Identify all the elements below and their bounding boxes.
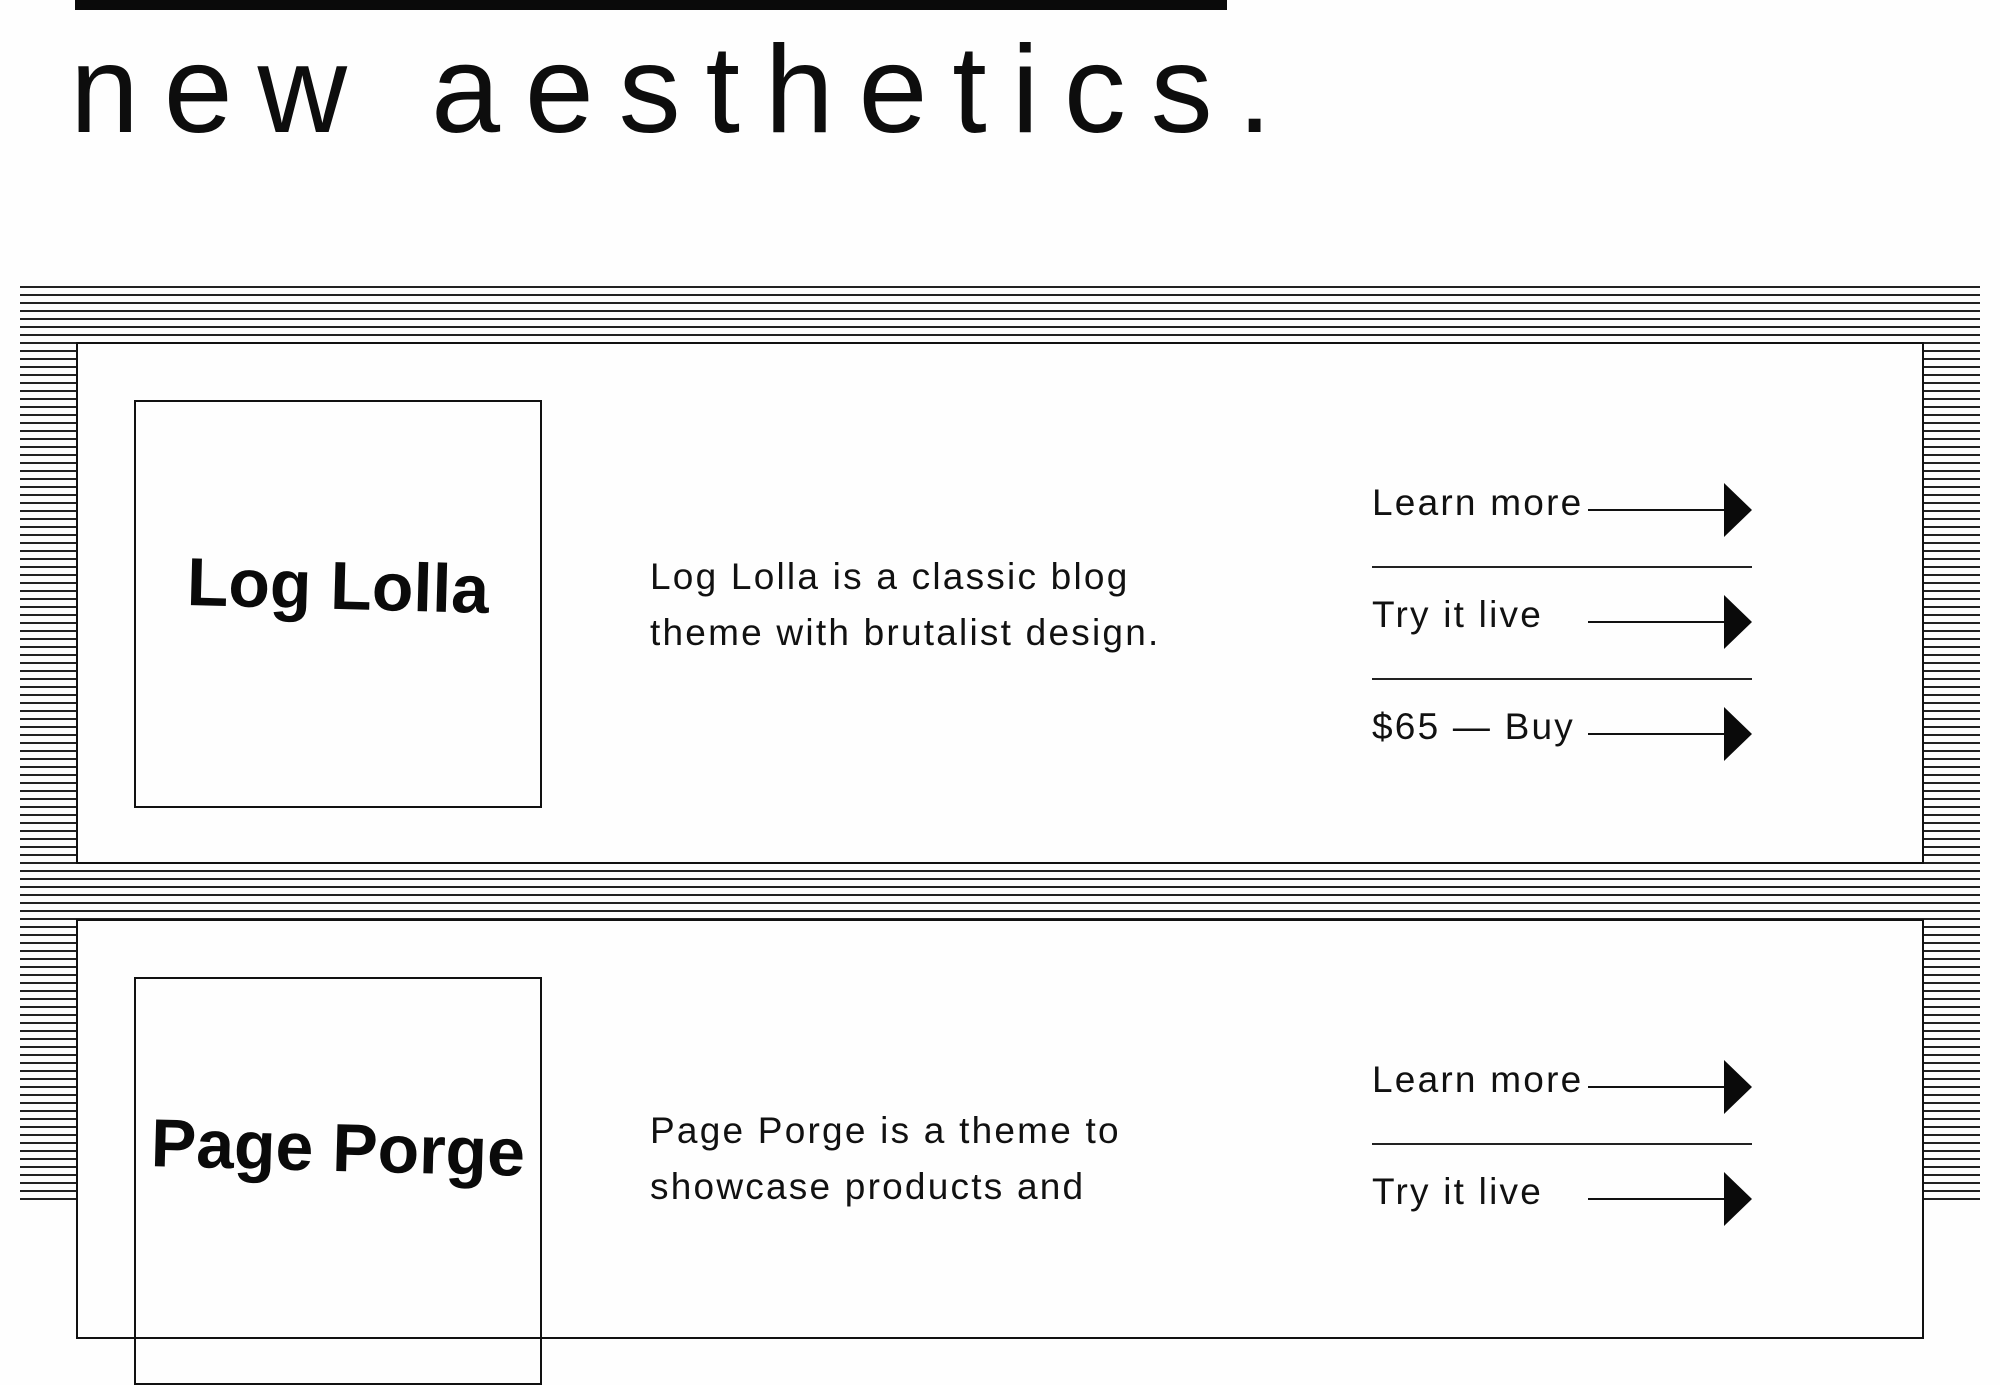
product-description: Log Lolla is a classic blog theme with b…	[650, 556, 1161, 653]
top-rule	[75, 0, 1227, 10]
product-logo-box[interactable]: Page Porge	[134, 977, 542, 1385]
page-headline: new aesthetics.	[70, 21, 1297, 159]
try-it-live-link[interactable]: Try it live	[1372, 1145, 1752, 1257]
product-logo-box[interactable]: Log Lolla	[134, 400, 542, 808]
action-label: Learn more	[1372, 482, 1584, 523]
action-label: Try it live	[1372, 1171, 1544, 1212]
try-it-live-link[interactable]: Try it live	[1372, 568, 1752, 680]
product-card-log-lolla: Log Lolla Log Lolla is a classic blog th…	[76, 342, 1924, 864]
learn-more-link[interactable]: Learn more	[1372, 1033, 1752, 1145]
product-logo-text: Log Lolla	[185, 544, 491, 628]
arrow-right-icon	[1588, 595, 1752, 651]
product-description: Page Porge is a theme to showcase produc…	[650, 1110, 1121, 1207]
product-actions: Learn more Try it live	[1372, 1033, 1752, 1257]
product-logo-text: Page Porge	[149, 1105, 526, 1191]
arrow-right-icon	[1588, 483, 1752, 539]
action-label: Try it live	[1372, 594, 1544, 635]
learn-more-link[interactable]: Learn more	[1372, 456, 1752, 568]
arrow-right-icon	[1588, 1172, 1752, 1228]
product-actions: Learn more Try it live $65 — Buy	[1372, 456, 1752, 792]
arrow-right-icon	[1588, 1060, 1752, 1116]
buy-link[interactable]: $65 — Buy	[1372, 680, 1752, 792]
arrow-right-icon	[1588, 707, 1752, 763]
product-card-page-porge: Page Porge Page Porge is a theme to show…	[76, 919, 1924, 1385]
action-label: Learn more	[1372, 1059, 1584, 1100]
action-label: $65 — Buy	[1372, 706, 1576, 747]
